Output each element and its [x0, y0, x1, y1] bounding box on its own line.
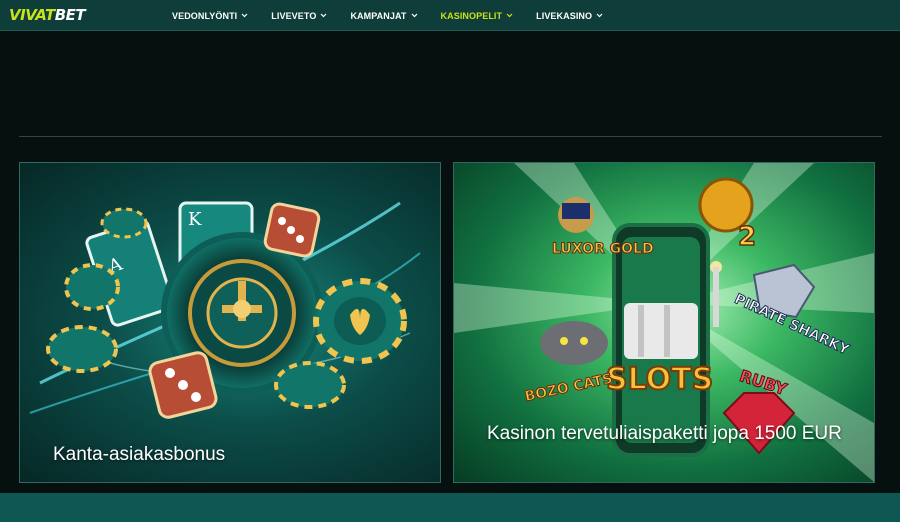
- svg-text:2: 2: [738, 222, 756, 252]
- slots-logo-text: SLOTS: [606, 362, 713, 397]
- nav-item-vedonlyonti[interactable]: VEDONLYÖNTI: [172, 11, 248, 21]
- promo-title: Kasinon tervetuliaispaketti jopa 1500 EU…: [487, 423, 842, 444]
- game-badge-bozo-cats: BOZO CATS: [523, 321, 614, 406]
- nav-item-label: VEDONLYÖNTI: [172, 10, 238, 21]
- chevron-down-icon: [241, 13, 248, 18]
- chevron-down-icon: [411, 13, 417, 18]
- top-navigation-bar: VIVATBET VEDONLYÖNTI LIVEVETO KAMPANJAT …: [0, 0, 900, 31]
- main-nav: VEDONLYÖNTI LIVEVETO KAMPANJAT KASINOPEL…: [172, 0, 626, 31]
- logo-vivat-text: VIVAT: [9, 6, 55, 24]
- promo-card-loyalty-bonus[interactable]: A K Kanta-asiakasbonus: [19, 162, 441, 483]
- vivatbet-logo[interactable]: VIVATBET: [9, 6, 86, 24]
- chevron-down-icon: [506, 13, 513, 18]
- svg-text:LUXOR GOLD: LUXOR GOLD: [552, 241, 654, 257]
- casino-roulette-illustration: A K: [29, 201, 421, 419]
- section-divider: [19, 136, 882, 137]
- nav-item-livekasino[interactable]: LIVEKASINO: [536, 11, 603, 21]
- nav-item-kasinopelit[interactable]: KASINOPELIT: [441, 11, 514, 21]
- svg-text:K: K: [188, 209, 202, 230]
- logo-bet-text: BET: [54, 6, 86, 24]
- chevron-down-icon: [596, 13, 603, 18]
- chevron-down-icon: [321, 13, 327, 18]
- nav-item-liveveto[interactable]: LIVEVETO: [271, 11, 327, 21]
- promo-card-welcome-package[interactable]: SLOTS LUXOR GOLD 2 PIRATE SHARKY BOZO CA…: [453, 162, 875, 483]
- svg-text:BOZO CATS: BOZO CATS: [523, 371, 614, 405]
- nav-item-label: KASINOPELIT: [440, 10, 503, 21]
- nav-item-kampanjat[interactable]: KAMPANJAT: [350, 11, 417, 21]
- smartphone: [612, 223, 722, 457]
- nav-item-label: LIVEKASINO: [536, 10, 593, 21]
- footer-bar: [0, 493, 900, 522]
- promo-title: Kanta-asiakasbonus: [53, 444, 226, 465]
- nav-item-label: LIVEVETO: [271, 10, 317, 21]
- nav-item-label: KAMPANJAT: [350, 10, 407, 21]
